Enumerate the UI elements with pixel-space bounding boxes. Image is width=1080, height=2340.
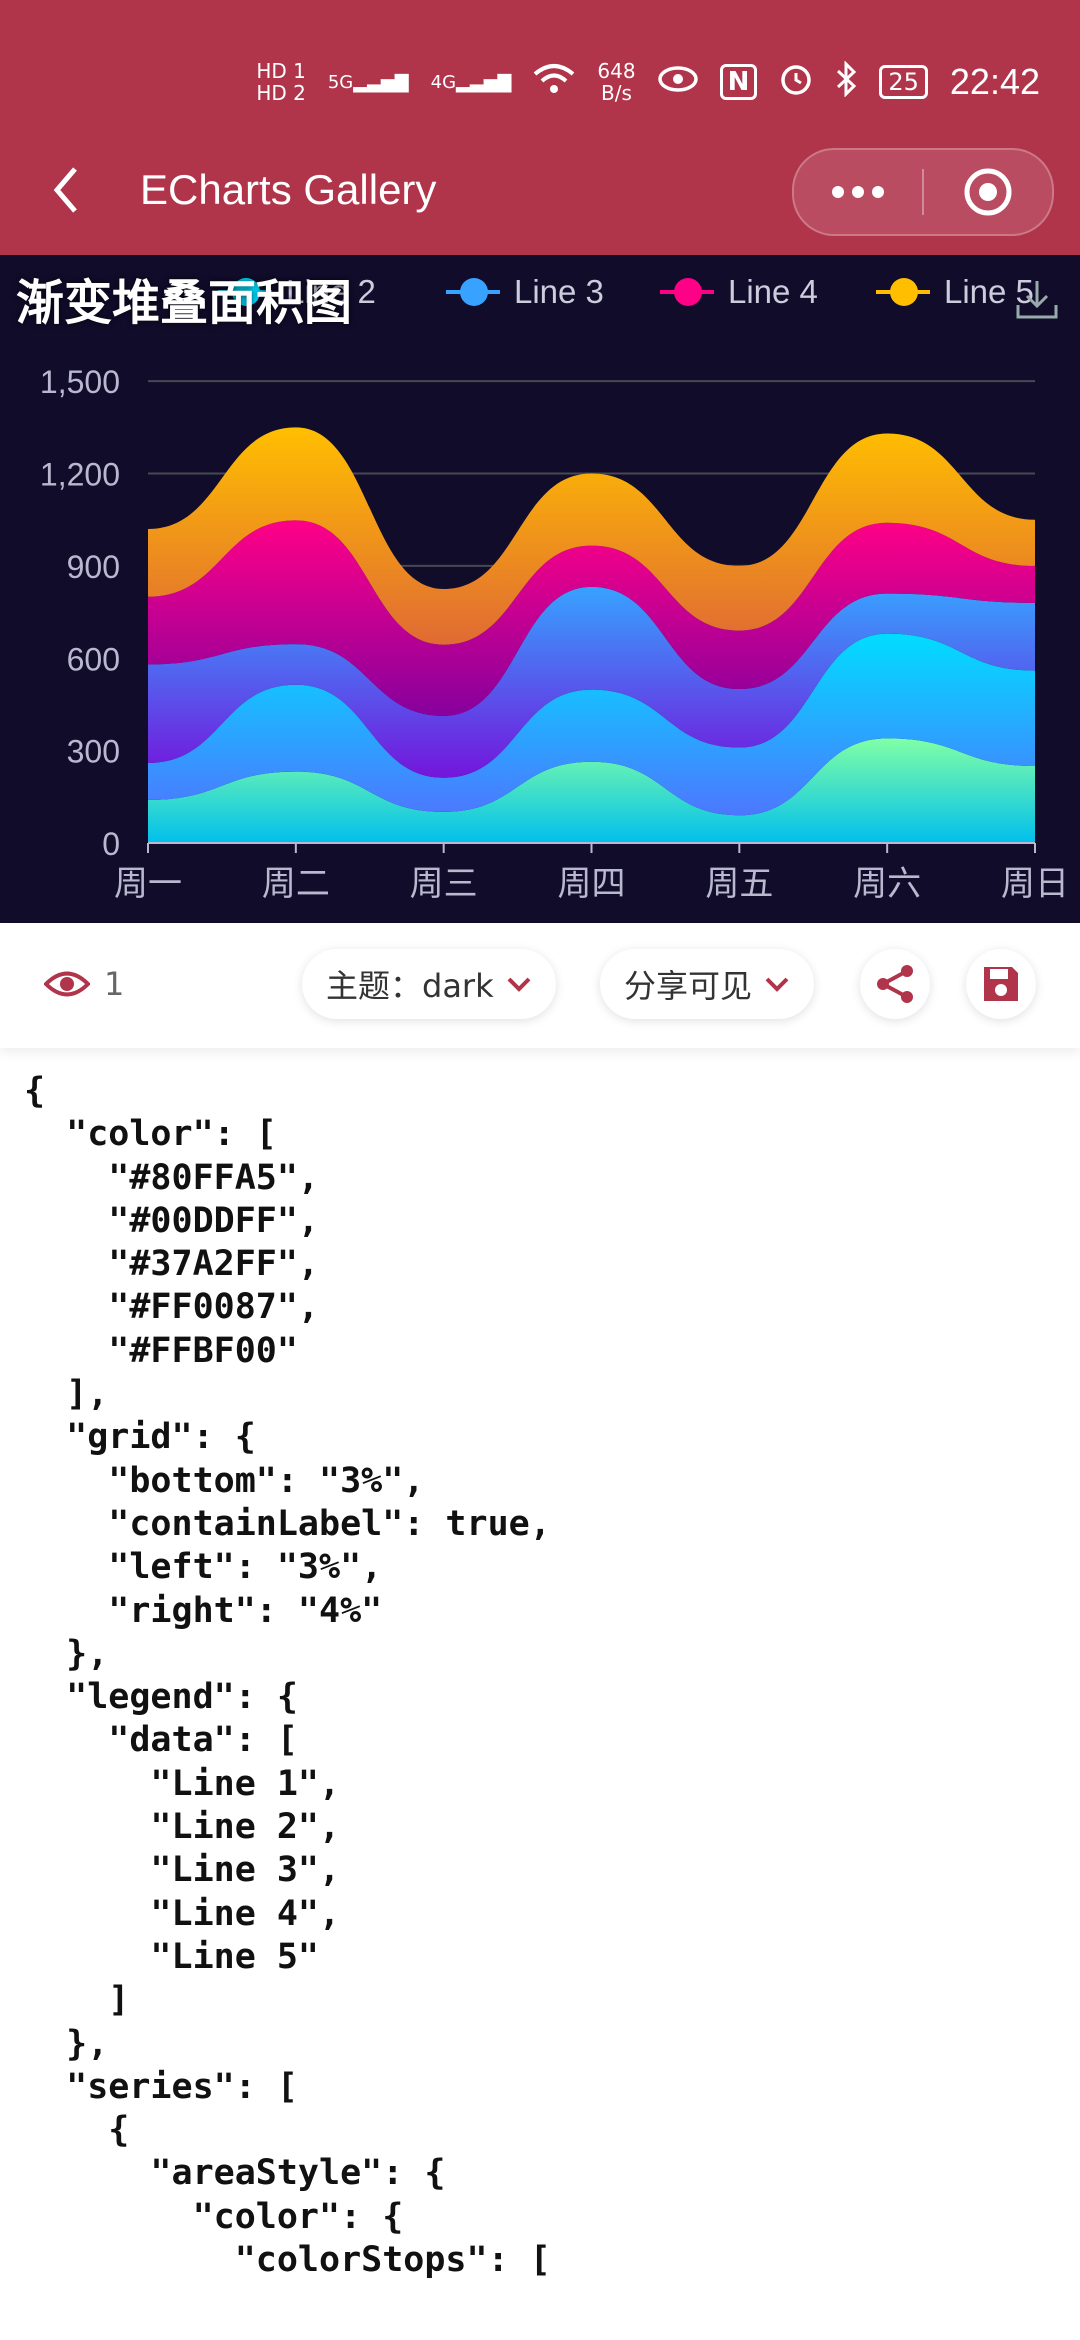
more-button[interactable]: [794, 150, 922, 234]
x-tick-label: 周三: [410, 864, 478, 904]
save-button[interactable]: [966, 949, 1036, 1019]
x-tick-label: 周六: [853, 864, 921, 904]
x-tick-label: 周五: [705, 864, 773, 904]
y-tick-label: 1,200: [40, 457, 120, 493]
wifi-icon: [533, 62, 575, 103]
miniprogram-capsule: [792, 148, 1054, 236]
signal-4g: 4G▂▃▅▇: [430, 71, 512, 93]
chevron-down-icon: [765, 977, 789, 992]
y-tick-label: 300: [67, 734, 120, 770]
net-speed: 648 B/s: [597, 59, 636, 105]
y-tick-label: 1,500: [40, 364, 120, 400]
legend-item-line3[interactable]: Line 3: [446, 273, 604, 311]
action-toolbar: 1 主题：dark 分享可见: [0, 923, 1080, 1048]
x-tick-label: 周二: [262, 864, 330, 904]
share-button[interactable]: [860, 949, 930, 1019]
nfc-icon: N: [719, 64, 758, 100]
back-button[interactable]: [36, 160, 96, 220]
battery-icon: 25: [879, 65, 928, 99]
legend-item-line4[interactable]: Line 4: [660, 273, 818, 311]
y-tick-label: 0: [102, 826, 120, 862]
status-bar: HD 1 HD 2 5G▂▃▅▇ 4G▂▃▅▇ 648 B/s N 25 22:…: [256, 42, 1040, 122]
x-tick-label: 周四: [558, 864, 626, 904]
visibility-select[interactable]: 分享可见: [600, 949, 815, 1019]
download-icon[interactable]: [1012, 275, 1062, 325]
bluetooth-icon: [835, 59, 857, 104]
page-title: ECharts Gallery: [140, 166, 437, 213]
signal-5g: 5G▂▃▅▇: [327, 71, 409, 93]
chart-panel: 渐变堆叠面积图 Line 2 Line 3 Line 4 Line 5 0 300…: [0, 255, 1080, 923]
x-tick-label: 周日: [1001, 864, 1069, 904]
alarm-icon: [779, 62, 813, 103]
x-tick-label: 周一: [114, 864, 182, 904]
save-icon: [984, 967, 1018, 1001]
more-dots-icon: [832, 186, 884, 198]
hd-indicators: HD 1 HD 2: [256, 59, 306, 105]
chevron-left-icon: [53, 167, 77, 213]
eye-icon: [44, 971, 90, 997]
status-time: 22:42: [949, 61, 1040, 102]
eye-icon: [657, 65, 698, 100]
stacked-area-chart: 0 300 600 900 1,200 1,500 周一 周二 周三 周四 周五 周六 周日: [40, 364, 1069, 904]
share-icon: [877, 965, 913, 1003]
option-code-view: { "color": [ "#80FFA5", "#00DDFF", "#37A…: [24, 1071, 551, 2281]
chart-title: 渐变堆叠面积图: [16, 275, 353, 331]
y-tick-label: 600: [67, 641, 120, 677]
view-count: 1: [44, 965, 124, 1003]
close-miniprogram-button[interactable]: [924, 150, 1052, 234]
chevron-down-icon: [507, 977, 531, 992]
y-tick-label: 900: [67, 549, 120, 585]
app-header: HD 1 HD 2 5G▂▃▅▇ 4G▂▃▅▇ 648 B/s N 25 22:…: [0, 0, 1080, 255]
theme-select[interactable]: 主题：dark: [302, 949, 556, 1019]
legend-item-line5[interactable]: Line 5: [876, 273, 1034, 311]
target-icon: [964, 168, 1012, 216]
